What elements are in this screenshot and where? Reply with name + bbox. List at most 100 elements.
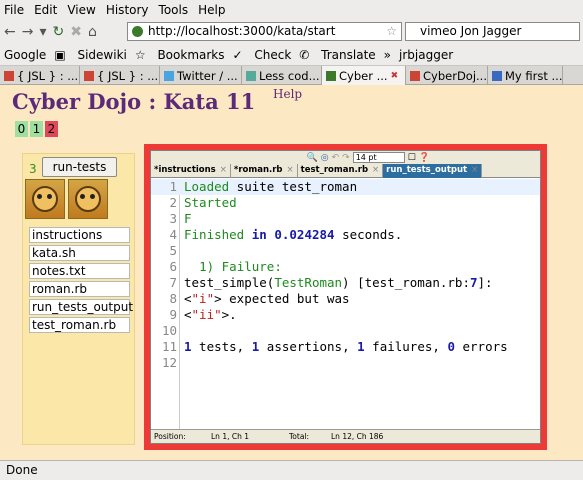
- close-editor-tab-icon[interactable]: ×: [220, 164, 227, 178]
- line-number: 3: [169, 211, 177, 226]
- code-line: 1 Loaded suite test_roman: [151, 179, 540, 195]
- bookmark-label: jrbjagger: [399, 47, 454, 62]
- bookmark-1[interactable]: Google: [4, 48, 46, 62]
- close-tab-icon[interactable]: ✖: [391, 67, 399, 85]
- total-value: Ln 12, Ch 186: [331, 432, 384, 441]
- toggle-icon[interactable]: ☐: [408, 153, 416, 163]
- browser-tab[interactable]: My first ...: [488, 66, 563, 85]
- tab-label: Less cod...: [259, 68, 320, 83]
- url-input[interactable]: http://localhost:3000/kata/start ☆: [127, 22, 402, 41]
- bookmark-5[interactable]: ✆ Translate: [299, 48, 375, 62]
- code-area[interactable]: 1 Loaded suite test_roman 2 Started 3 F 4 Finis…: [151, 179, 540, 429]
- binoculars-icon[interactable]: 🔍: [307, 153, 318, 163]
- bookmark-label: Translate: [321, 47, 376, 62]
- help-icon[interactable]: ❓: [419, 153, 430, 163]
- line-number: 12: [161, 355, 177, 370]
- history-dropdown-icon[interactable]: ▾: [39, 24, 46, 40]
- redo-icon[interactable]: ↷: [342, 153, 350, 163]
- editor-tab[interactable]: *roman.rb ×: [231, 164, 298, 178]
- browser-tab[interactable]: Cyber ... ✖: [322, 66, 406, 85]
- code-text: 1) Failure:: [199, 259, 282, 274]
- avatar: [68, 179, 108, 219]
- browser-tab-bar: { JSL } : ... { JSL } : ... Twitter / ... L…: [0, 66, 583, 85]
- file-test-roman-rb[interactable]: test_roman.rb: [29, 317, 130, 333]
- close-editor-tab-icon[interactable]: ×: [372, 164, 379, 178]
- browser-tab[interactable]: Less cod...: [242, 66, 322, 85]
- browser-tab[interactable]: { JSL } : ...: [0, 66, 80, 85]
- page-title: Cyber Dojo : Kata 11: [12, 89, 256, 114]
- font-size-select[interactable]: 14 pt: [352, 152, 405, 163]
- bookmark-7[interactable]: jrbjagger: [399, 48, 453, 62]
- bookmarks-toolbar: Google ▣ Sidewiki ☆ Bookmarks ✓ Check ✆ Tran…: [0, 44, 583, 66]
- left-panel: 3 run-tests instructions kata.sh notes.txt…: [22, 153, 135, 445]
- editor-tab[interactable]: test_roman.rb ×: [298, 164, 384, 178]
- line-number: 4: [169, 227, 177, 242]
- traffic-light: 2: [45, 121, 58, 137]
- editor-toolbar: 🔍 ◎ ↶ ↷ 14 pt ☐ ❓: [151, 151, 540, 164]
- editor-tabs: *instructions × *roman.rb × test_roman.rb × ru…: [151, 164, 540, 178]
- browser-tab[interactable]: CyberDoj...: [406, 66, 488, 85]
- menu-file[interactable]: File: [4, 3, 24, 17]
- close-editor-tab-icon[interactable]: ×: [287, 164, 294, 178]
- editor-status-bar: Position: Ln 1, Ch 1 Total: Ln 12, Ch 18…: [151, 429, 540, 443]
- undo-icon[interactable]: ↶: [332, 153, 340, 163]
- status-bar: Done: [0, 460, 583, 480]
- menu-edit[interactable]: Edit: [34, 3, 57, 17]
- file-instructions[interactable]: instructions: [29, 227, 130, 243]
- code-text: <"i"> expected but was: [184, 291, 350, 306]
- bookmark-6[interactable]: »: [384, 48, 391, 62]
- bookmark-label: »: [383, 47, 392, 62]
- total-label: Total:: [289, 432, 310, 441]
- menu-help[interactable]: Help: [198, 3, 225, 17]
- file-run-tests-output[interactable]: run_tests_output: [29, 299, 133, 315]
- code-line: 8 <"i"> expected but was: [151, 291, 540, 307]
- close-editor-tab-icon[interactable]: ×: [471, 164, 478, 178]
- file-notes-txt[interactable]: notes.txt: [29, 263, 130, 279]
- bookmark-3[interactable]: ☆ Bookmarks: [135, 48, 225, 62]
- file-kata-sh[interactable]: kata.sh: [29, 245, 130, 261]
- stop-icon[interactable]: ✖: [70, 24, 82, 40]
- home-icon[interactable]: ⌂: [88, 24, 97, 40]
- editor-tab-label: run_tests_output: [386, 165, 468, 175]
- page-content: Cyber Dojo : Kata 11 Help 012 3 run-test…: [0, 85, 583, 460]
- editor-tab[interactable]: *instructions ×: [151, 164, 231, 178]
- code-line: 12: [151, 355, 540, 371]
- goto-icon[interactable]: ◎: [321, 153, 329, 163]
- bookmark-label: Bookmarks: [157, 47, 225, 62]
- editor-tab-label: *roman.rb: [233, 165, 283, 175]
- browser-tab[interactable]: { JSL } : ...: [80, 66, 160, 85]
- code-line: 11 1 tests, 1 assertions, 1 failures, 0 e…: [151, 339, 540, 355]
- tab-favicon-icon: [410, 70, 420, 81]
- reload-icon[interactable]: ↻: [53, 24, 65, 40]
- menu-history[interactable]: History: [106, 3, 149, 17]
- bookmark-star-icon[interactable]: ☆: [386, 23, 397, 40]
- search-input[interactable]: vimeo Jon Jagger: [405, 22, 580, 41]
- forward-icon[interactable]: →: [22, 24, 34, 40]
- position-value: Ln 1, Ch 1: [211, 432, 250, 441]
- line-number: 11: [161, 339, 177, 354]
- site-favicon-icon: [132, 26, 143, 37]
- menu-view[interactable]: View: [67, 3, 95, 17]
- run-tests-button[interactable]: run-tests: [42, 157, 117, 177]
- line-number: 10: [161, 323, 177, 338]
- menu-tools[interactable]: Tools: [159, 3, 189, 17]
- bookmark-2[interactable]: ▣ Sidewiki: [54, 48, 127, 62]
- editor-tab[interactable]: run_tests_output ×: [383, 164, 483, 178]
- back-icon[interactable]: ←: [4, 24, 16, 40]
- line-number: 8: [169, 291, 177, 306]
- browser-tab[interactable]: Twitter / ...: [160, 66, 242, 85]
- bookmark-label: Check: [254, 47, 292, 62]
- editor-tab-label: test_roman.rb: [300, 165, 369, 175]
- sidewiki-icon: ▣: [54, 47, 70, 62]
- line-number: 7: [169, 275, 177, 290]
- translate-icon: ✆: [299, 47, 314, 62]
- menu-bar: File Edit View History Tools Help: [0, 0, 583, 19]
- tab-favicon-icon: [164, 70, 174, 81]
- bookmark-4[interactable]: ✓ Check: [233, 48, 292, 62]
- help-link[interactable]: Help: [273, 87, 302, 101]
- tab-label: { JSL } : ...: [97, 68, 159, 83]
- avatar: [25, 179, 65, 219]
- line-number: 5: [169, 243, 177, 258]
- traffic-light: 1: [30, 121, 43, 137]
- file-roman-rb[interactable]: roman.rb: [29, 281, 130, 297]
